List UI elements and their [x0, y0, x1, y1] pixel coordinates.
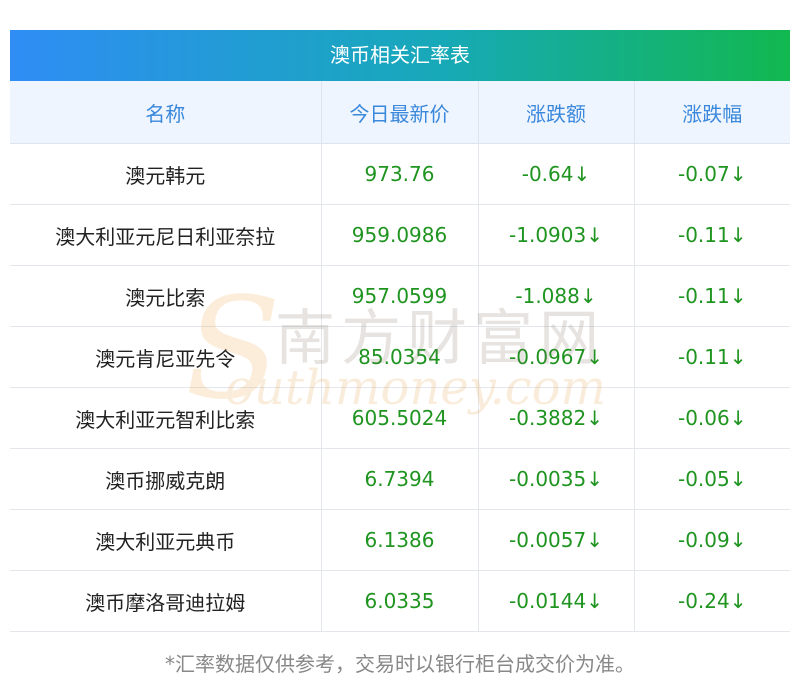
exchange-rate-table-card: 澳币相关汇率表 名称 今日最新价 涨跌额 涨跌幅 澳元韩元 973.76 -0.… — [10, 30, 790, 632]
table-row: 澳币挪威克朗 6.7394 -0.0035↓ -0.05↓ — [10, 448, 790, 510]
row-price: 85.0354 — [321, 326, 479, 388]
row-change: -0.64↓ — [478, 143, 635, 205]
row-percent: -0.24↓ — [634, 570, 790, 632]
row-price: 957.0599 — [321, 265, 479, 327]
row-percent: -0.11↓ — [634, 326, 790, 388]
row-price: 959.0986 — [321, 204, 479, 266]
row-price: 605.5024 — [321, 387, 479, 449]
row-price: 6.0335 — [321, 570, 479, 632]
row-name: 澳币挪威克朗 — [10, 448, 322, 510]
row-name: 澳元比索 — [10, 265, 322, 327]
table-row: 澳大利亚元智利比索 605.5024 -0.3882↓ -0.06↓ — [10, 387, 790, 449]
header-percent: 涨跌幅 — [634, 81, 790, 144]
table-row: 澳元比索 957.0599 -1.088↓ -0.11↓ — [10, 265, 790, 327]
row-change: -0.0035↓ — [478, 448, 635, 510]
table-row: 澳元韩元 973.76 -0.64↓ -0.07↓ — [10, 143, 790, 205]
table-row: 澳币摩洛哥迪拉姆 6.0335 -0.0144↓ -0.24↓ — [10, 570, 790, 632]
row-change: -1.088↓ — [478, 265, 635, 327]
table-title: 澳币相关汇率表 — [10, 30, 790, 81]
row-percent: -0.11↓ — [634, 204, 790, 266]
row-change: -0.0144↓ — [478, 570, 635, 632]
table-row: 澳大利亚元尼日利亚奈拉 959.0986 -1.0903↓ -0.11↓ — [10, 204, 790, 266]
row-percent: -0.07↓ — [634, 143, 790, 205]
row-change: -0.0057↓ — [478, 509, 635, 571]
row-percent: -0.06↓ — [634, 387, 790, 449]
row-change: -0.0967↓ — [478, 326, 635, 388]
row-name: 澳大利亚元典币 — [10, 509, 322, 571]
row-name: 澳币摩洛哥迪拉姆 — [10, 570, 322, 632]
row-price: 973.76 — [321, 143, 479, 205]
page: 澳币相关汇率表 名称 今日最新价 涨跌额 涨跌幅 澳元韩元 973.76 -0.… — [0, 0, 800, 697]
row-percent: -0.11↓ — [634, 265, 790, 327]
table-row: 澳元肯尼亚先令 85.0354 -0.0967↓ -0.11↓ — [10, 326, 790, 388]
header-price: 今日最新价 — [321, 81, 479, 144]
row-name: 澳元韩元 — [10, 143, 322, 205]
row-price: 6.7394 — [321, 448, 479, 510]
disclaimer-footnote: *汇率数据仅供参考，交易时以银行柜台成交价为准。 — [165, 652, 635, 676]
row-price: 6.1386 — [321, 509, 479, 571]
row-name: 澳大利亚元智利比索 — [10, 387, 322, 449]
exchange-rate-table: 名称 今日最新价 涨跌额 涨跌幅 澳元韩元 973.76 -0.64↓ -0.0… — [10, 81, 790, 632]
table-header-row: 名称 今日最新价 涨跌额 涨跌幅 — [10, 81, 790, 144]
row-percent: -0.05↓ — [634, 448, 790, 510]
header-name: 名称 — [10, 81, 322, 144]
row-change: -0.3882↓ — [478, 387, 635, 449]
row-name: 澳大利亚元尼日利亚奈拉 — [10, 204, 322, 266]
row-name: 澳元肯尼亚先令 — [10, 326, 322, 388]
row-percent: -0.09↓ — [634, 509, 790, 571]
row-change: -1.0903↓ — [478, 204, 635, 266]
header-change: 涨跌额 — [478, 81, 635, 144]
table-row: 澳大利亚元典币 6.1386 -0.0057↓ -0.09↓ — [10, 509, 790, 571]
